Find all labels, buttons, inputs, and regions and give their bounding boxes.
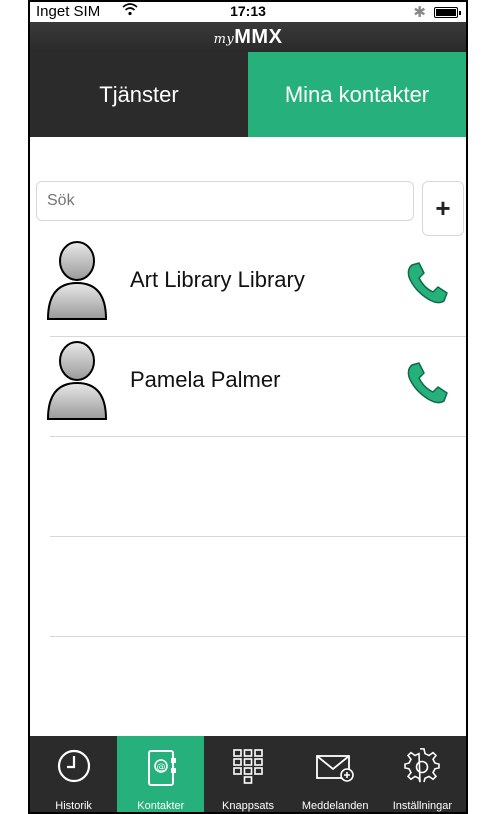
tab-kontakter-label: Kontakter bbox=[137, 800, 185, 812]
add-contact-button[interactable]: + bbox=[422, 181, 464, 236]
clock-time: 17:13 bbox=[230, 3, 266, 19]
battery-icon bbox=[434, 7, 461, 18]
contact-row[interactable]: Art Library Library bbox=[30, 237, 466, 337]
tab-installningar[interactable]: Inställningar bbox=[379, 736, 466, 812]
avatar-icon bbox=[46, 241, 108, 320]
segment-control: Tjänster Mina kontakter bbox=[30, 52, 466, 137]
svg-text:@: @ bbox=[156, 763, 165, 773]
contact-name: Pamela Palmer bbox=[130, 367, 281, 392]
tab-kontakter[interactable]: @ Kontakter bbox=[117, 736, 205, 812]
tab-knappsats-label: Knappsats bbox=[222, 800, 274, 812]
avatar-icon bbox=[46, 341, 108, 420]
empty-row bbox=[30, 637, 466, 737]
tab-meddelanden[interactable]: Meddelanden bbox=[292, 736, 379, 812]
envelope-icon bbox=[316, 755, 355, 782]
status-bar: Inget SIM 17:13 ✱ bbox=[30, 2, 466, 22]
contacts-book-icon: @ bbox=[147, 750, 176, 786]
tab-installningar-label: Inställningar bbox=[392, 800, 453, 812]
tab-historik-label: Historik bbox=[55, 800, 92, 812]
tab-bar: Historik @ Kontakter Knappsats Meddeland… bbox=[30, 736, 466, 812]
tab-knappsats[interactable]: Knappsats bbox=[204, 736, 291, 812]
contact-row[interactable]: Pamela Palmer bbox=[30, 337, 466, 437]
tab-meddelanden-label: Meddelanden bbox=[301, 800, 369, 812]
tab-mina-kontakter-label: Mina kontakter bbox=[284, 81, 430, 107]
app-header: myMMX bbox=[30, 22, 466, 52]
gear-icon bbox=[404, 748, 441, 783]
bluetooth-icon: ✱ bbox=[413, 4, 426, 21]
tab-historik[interactable]: Historik bbox=[30, 736, 117, 812]
empty-row bbox=[30, 537, 466, 637]
phone-screen: Inget SIM 17:13 ✱ myMMX Tjänster Mina ko… bbox=[28, 0, 468, 814]
tab-mina-kontakter[interactable]: Mina kontakter bbox=[248, 52, 466, 137]
empty-row bbox=[30, 437, 466, 537]
tab-tjanster-label: Tjänster bbox=[99, 81, 179, 107]
phone-call-icon[interactable] bbox=[402, 357, 452, 407]
contact-list: Art Library Library Pamela Palmer bbox=[30, 237, 466, 737]
phone-call-icon[interactable] bbox=[402, 257, 452, 307]
contact-name: Art Library Library bbox=[130, 267, 305, 292]
search-input[interactable] bbox=[36, 181, 414, 221]
keypad-icon bbox=[233, 749, 263, 784]
tab-tjanster[interactable]: Tjänster bbox=[30, 52, 248, 137]
app-logo: myMMX bbox=[213, 26, 283, 48]
search-row: + bbox=[30, 137, 466, 237]
clock-icon bbox=[57, 749, 90, 783]
